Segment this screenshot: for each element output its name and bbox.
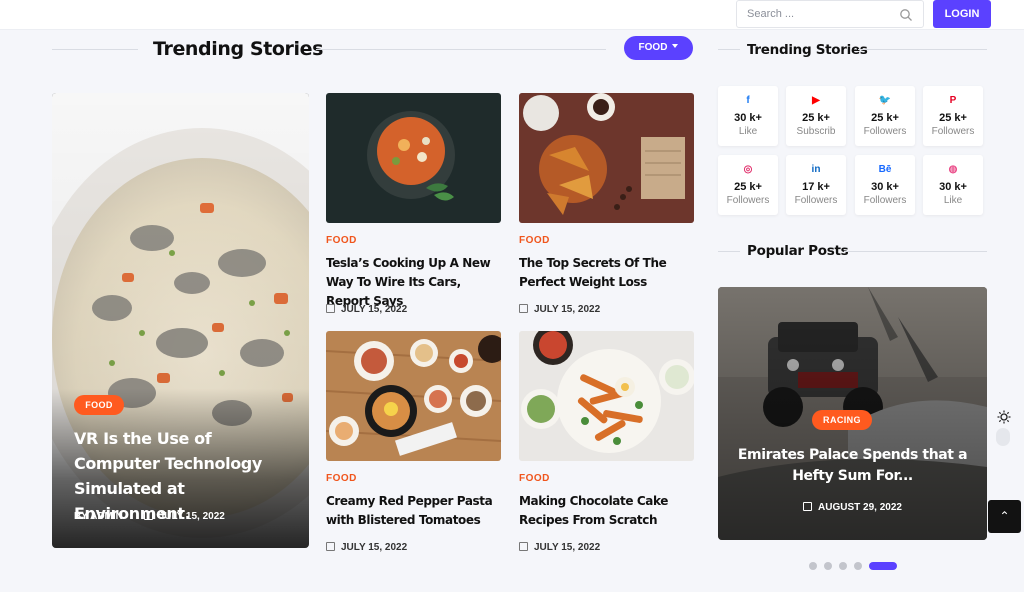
social-counter-facebook[interactable]: f 30 k+ Like [718, 86, 778, 146]
divider [52, 49, 138, 50]
calendar-icon [326, 542, 335, 551]
post-date-row: AUGUST 29, 2022 [718, 502, 987, 513]
post-date: JULY 15, 2022 [534, 304, 601, 315]
facebook-icon: f [746, 95, 750, 106]
social-label: Followers [863, 195, 907, 206]
calendar-icon [803, 502, 813, 511]
post-date: AUGUST 29, 2022 [818, 502, 902, 513]
social-label: Followers [794, 195, 838, 206]
calendar-icon [143, 511, 153, 520]
calendar-icon [519, 542, 528, 551]
youtube-icon: ▶ [812, 95, 820, 106]
social-count: 30 k+ [871, 181, 899, 193]
behance-icon: Bē [878, 164, 892, 175]
login-button[interactable]: LOGIN [933, 0, 991, 28]
dribbble-icon: ◍ [948, 164, 958, 175]
post-category[interactable]: FOOD [519, 473, 550, 484]
post-date-row: JULY 15, 2022 [326, 542, 407, 553]
divider [316, 49, 606, 50]
category-badge[interactable]: RACING [812, 410, 872, 430]
social-label: Followers [931, 126, 975, 137]
section-title-trending: Trending Stories [153, 38, 324, 60]
featured-post-card[interactable]: FOOD VR Is the Use of Computer Technolog… [52, 93, 309, 548]
post-category[interactable]: FOOD [326, 235, 357, 246]
post-title[interactable]: Tesla’s Cooking Up A New Way To Wire Its… [326, 254, 504, 311]
scroll-to-top-button[interactable]: ⌃ [988, 500, 1021, 533]
category-badge[interactable]: FOOD [74, 395, 124, 415]
social-label: Followers [726, 195, 770, 206]
search-input[interactable]: Search ... [747, 8, 794, 20]
social-label: Like [738, 126, 758, 137]
social-count: 25 k+ [871, 112, 899, 124]
divider [718, 49, 740, 50]
slider-dot[interactable] [824, 562, 832, 570]
post-date: JULY 15, 2022 [341, 304, 408, 315]
divider [858, 49, 987, 50]
category-filter-label: FOOD [638, 42, 668, 53]
slider-dot[interactable] [854, 562, 862, 570]
social-counter-instagram[interactable]: ◎ 25 k+ Followers [718, 155, 778, 215]
post-date: JULY 15, 2022 [158, 511, 225, 522]
post-date-row: JULY 15, 2022 [326, 304, 407, 315]
slider-dot[interactable] [809, 562, 817, 570]
post-thumbnail[interactable] [519, 93, 694, 223]
social-count: 25 k+ [734, 181, 762, 193]
post-date-row: JULY 15, 2022 [519, 542, 600, 553]
bibimbap-table-image [326, 331, 501, 461]
sidebar-title-popular: Popular Posts [747, 243, 849, 259]
post-title[interactable]: Making Chocolate Cake Recipes From Scrat… [519, 492, 697, 530]
social-count: 25 k+ [802, 112, 830, 124]
social-counter-dribbble[interactable]: ◍ 30 k+ Like [923, 155, 983, 215]
theme-toggle[interactable] [996, 428, 1010, 446]
category-filter-dropdown[interactable]: FOOD [624, 36, 693, 60]
featured-post-meta: BY ADMIN JULY 15, 2022 [74, 511, 225, 522]
search-box[interactable]: Search ... [736, 0, 924, 28]
social-label: Followers [863, 126, 907, 137]
sidebar-title-trending: Trending Stories [747, 42, 868, 58]
popular-post-card[interactable]: RACING Emirates Palace Spends that a Hef… [718, 287, 987, 540]
chevron-down-icon [672, 44, 679, 48]
instagram-icon: ◎ [743, 164, 753, 175]
top-bar: Search ... LOGIN [0, 0, 1024, 30]
divider [844, 251, 987, 252]
post-date: JULY 15, 2022 [341, 542, 408, 553]
pastries-image [519, 93, 694, 223]
social-counter-youtube[interactable]: ▶ 25 k+ Subscrib [786, 86, 846, 146]
social-count: 30 k+ [939, 181, 967, 193]
social-label: Like [943, 195, 963, 206]
post-date: JULY 15, 2022 [534, 542, 601, 553]
popular-post-title[interactable]: Emirates Palace Spends that a Hefty Sum … [718, 445, 987, 487]
post-thumbnail[interactable] [326, 93, 501, 223]
pinterest-icon: P [949, 95, 957, 106]
post-author[interactable]: BY ADMIN [74, 511, 123, 522]
social-count: 30 k+ [734, 112, 762, 124]
post-title[interactable]: The Top Secrets Of The Perfect Weight Lo… [519, 254, 697, 292]
social-counter-linkedin[interactable]: in 17 k+ Followers [786, 155, 846, 215]
soup-bowl-image [326, 93, 501, 223]
social-count: 17 k+ [802, 181, 830, 193]
post-thumbnail[interactable] [326, 331, 501, 461]
social-counter-pinterest[interactable]: P 25 k+ Followers [923, 86, 983, 146]
post-category[interactable]: FOOD [326, 473, 357, 484]
sweet-potato-fries-image [519, 331, 694, 461]
social-count: 25 k+ [939, 112, 967, 124]
twitter-icon: 🐦 [878, 95, 892, 106]
linkedin-icon: in [811, 164, 821, 175]
social-label: Subscrib [796, 126, 836, 137]
post-thumbnail[interactable] [519, 331, 694, 461]
social-counter-twitter[interactable]: 🐦 25 k+ Followers [855, 86, 915, 146]
calendar-icon [519, 304, 528, 313]
post-category[interactable]: FOOD [519, 235, 550, 246]
double-chevron-up-icon: ⌃ [999, 509, 1010, 523]
theme-toggle-sun-icon[interactable] [997, 410, 1011, 424]
post-date-row: JULY 15, 2022 [519, 304, 600, 315]
search-icon[interactable] [899, 8, 913, 22]
divider [718, 251, 740, 252]
social-counter-behance[interactable]: Bē 30 k+ Followers [855, 155, 915, 215]
calendar-icon [326, 304, 335, 313]
slider-dot[interactable] [839, 562, 847, 570]
post-title[interactable]: Creamy Red Pepper Pasta with Blistered T… [326, 492, 504, 530]
slider-dot[interactable] [869, 562, 897, 570]
